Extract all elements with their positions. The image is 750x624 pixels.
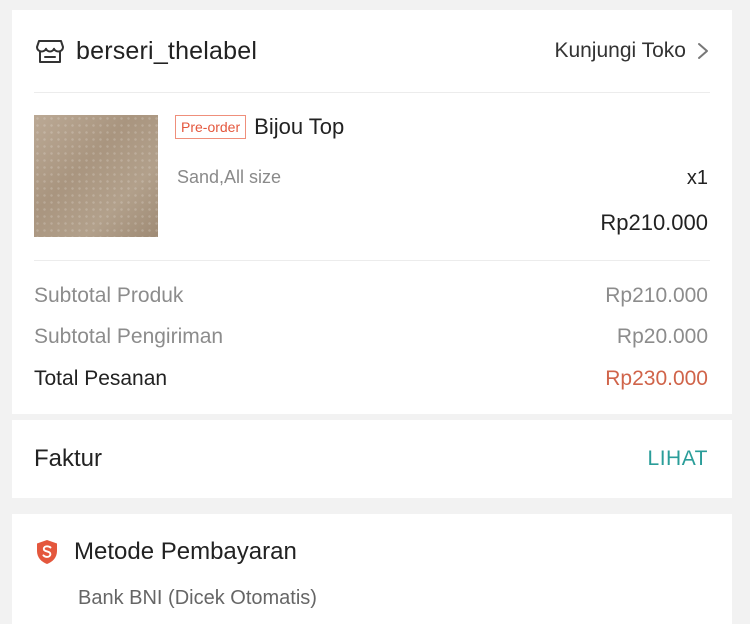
shield-payment-icon bbox=[34, 538, 60, 566]
shop-info[interactable]: berseri_thelabel bbox=[34, 35, 257, 67]
payment-card: Metode Pembayaran Bank BNI (Dicek Otomat… bbox=[12, 514, 732, 624]
shop-header: berseri_thelabel Kunjungi Toko bbox=[12, 10, 732, 92]
summary-value: Rp20.000 bbox=[616, 325, 708, 348]
fabric-texture bbox=[34, 115, 158, 237]
summary-label: Subtotal Produk bbox=[34, 284, 184, 307]
payment-method: Bank BNI (Dicek Otomatis) bbox=[78, 587, 317, 609]
invoice-row: Faktur LIHAT bbox=[34, 445, 708, 473]
payment-title: Metode Pembayaran bbox=[74, 538, 297, 565]
payment-header: Metode Pembayaran bbox=[34, 538, 297, 566]
store-icon bbox=[34, 35, 66, 67]
preorder-badge: Pre-order bbox=[175, 115, 247, 139]
divider bbox=[34, 92, 710, 93]
view-invoice-link[interactable]: LIHAT bbox=[648, 447, 708, 471]
summary-label: Subtotal Pengiriman bbox=[34, 325, 224, 348]
product-variant: Sand,All size bbox=[177, 167, 282, 187]
summary-label: Total Pesanan bbox=[34, 367, 168, 390]
subtotal-shipping-row: Subtotal Pengiriman Rp20.000 bbox=[34, 325, 708, 349]
visit-shop-link[interactable]: Kunjungi Toko bbox=[554, 39, 710, 63]
order-detail-page: berseri_thelabel Kunjungi Toko Pre-order… bbox=[0, 0, 750, 624]
order-total-row: Total Pesanan Rp230.000 bbox=[34, 367, 708, 391]
subtotal-product-row: Subtotal Produk Rp210.000 bbox=[34, 284, 708, 308]
shop-order-card: berseri_thelabel Kunjungi Toko Pre-order… bbox=[12, 10, 732, 414]
product-title-row[interactable]: Pre-order Bijou Top bbox=[175, 114, 344, 140]
product-name: Bijou Top bbox=[254, 114, 345, 139]
divider bbox=[34, 260, 710, 261]
shop-name: berseri_thelabel bbox=[76, 36, 258, 65]
product-price: Rp210.000 bbox=[600, 210, 708, 235]
summary-value: Rp210.000 bbox=[605, 284, 708, 307]
invoice-card: Faktur LIHAT bbox=[12, 420, 732, 498]
product-quantity: x1 bbox=[686, 167, 708, 189]
product-thumbnail[interactable] bbox=[34, 115, 158, 237]
order-total-value: Rp230.000 bbox=[605, 367, 708, 390]
chevron-right-icon bbox=[696, 41, 710, 61]
visit-shop-label: Kunjungi Toko bbox=[554, 39, 686, 62]
invoice-label: Faktur bbox=[34, 445, 103, 472]
